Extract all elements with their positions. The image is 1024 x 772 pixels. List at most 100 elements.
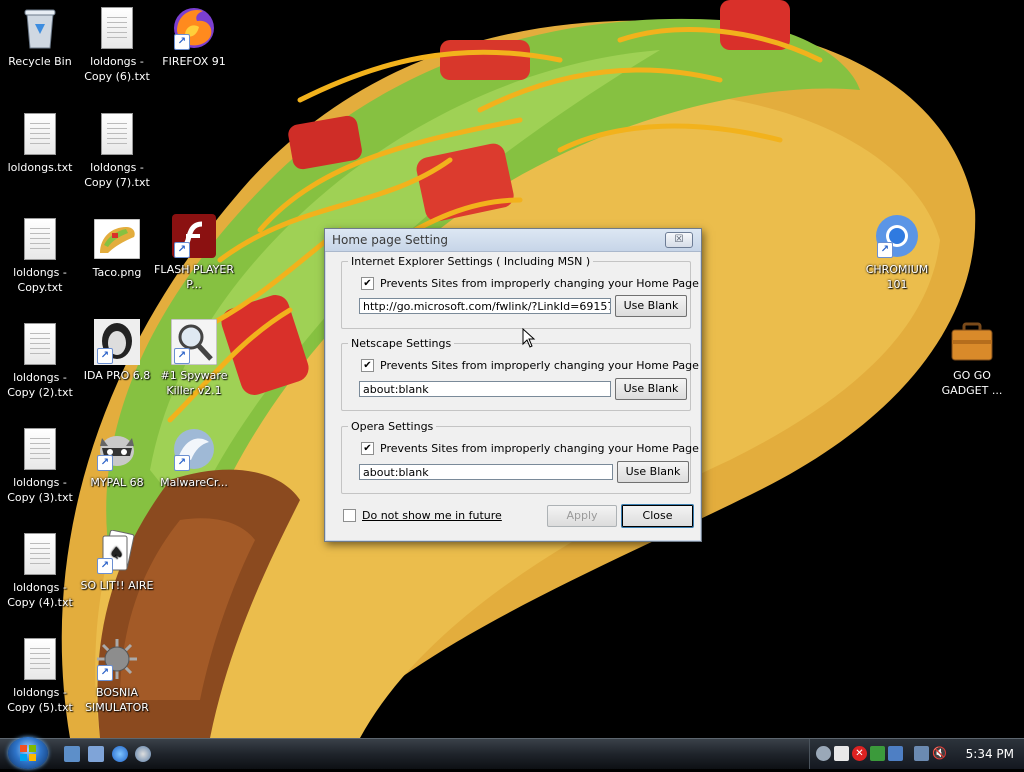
opera-use-blank-button[interactable]: Use Blank [617, 461, 689, 483]
ie-protect-label: Prevents Sites from improperly changing … [380, 277, 699, 290]
close-button[interactable]: Close [621, 504, 694, 528]
magnifier-icon: ↗ [170, 318, 218, 366]
netscape-settings-legend: Netscape Settings [351, 337, 452, 350]
desktop-icon-label: FIREFOX 91 [162, 55, 226, 68]
dialog-title: Home page Setting [332, 233, 449, 247]
text-file-icon [16, 635, 64, 683]
dont-show-checkbox-row[interactable]: Do not show me in future [343, 509, 502, 522]
desktop-icon-chromium[interactable]: ↗ CHROMIUM 101 [857, 212, 937, 292]
firefox-icon: ↗ [170, 4, 218, 52]
taskbar-clock[interactable]: 5:34 PM [966, 747, 1014, 761]
ie-protect-checkbox-row[interactable]: ✔ Prevents Sites from improperly changin… [361, 277, 699, 290]
text-file-icon [16, 320, 64, 368]
desktop-icon-label: loldongs - Copy (4).txt [7, 581, 73, 609]
chromium-icon: ↗ [873, 212, 921, 260]
ida-pro-portrait-icon: ↗ [93, 318, 141, 366]
desktop-icon-label: IDA PRO 6.8 [83, 369, 151, 382]
desktop-icon-flash-player[interactable]: ↗ FLASH PLAYER P... [154, 212, 234, 292]
desktop-icon-label: GO GO GADGET ... [941, 369, 1003, 397]
opera-protect-checkbox[interactable]: ✔ [361, 442, 374, 455]
desktop-icon-recycle-bin[interactable]: Recycle Bin [0, 4, 80, 69]
text-file-icon [16, 110, 64, 158]
desktop-icon-loldongs-copy[interactable]: loldongs - Copy.txt [0, 215, 80, 295]
desktop-icon-label: loldongs - Copy (5).txt [7, 686, 73, 714]
opera-homepage-url-field[interactable]: about:blank [359, 464, 613, 480]
desktop-icon-loldongs-copy-7[interactable]: loldongs - Copy (7).txt [77, 110, 157, 190]
tray-document-icon[interactable] [834, 746, 849, 761]
text-file-icon [16, 215, 64, 263]
desktop-icon-label: loldongs - Copy (2).txt [7, 371, 73, 399]
windows-logo-icon [20, 745, 36, 761]
switch-windows-icon[interactable] [88, 746, 104, 762]
flash-player-icon: ↗ [170, 212, 218, 260]
shortcut-arrow-icon: ↗ [174, 348, 190, 364]
desktop-icon-loldongs-copy-3[interactable]: loldongs - Copy (3).txt [0, 425, 80, 505]
text-file-icon [93, 4, 141, 52]
dialog-close-x-button[interactable]: ☒ [665, 232, 693, 248]
desktop-icon-label: loldongs - Copy.txt [13, 266, 67, 294]
opera-protect-label: Prevents Sites from improperly changing … [380, 442, 699, 455]
playing-cards-icon: ♠ ↗ [93, 528, 141, 576]
ie-homepage-url-field[interactable]: http://go.microsoft.com/fwlink/?LinkId=6… [359, 298, 611, 314]
desktop-icon-loldongs-copy-4[interactable]: loldongs - Copy (4).txt [0, 530, 80, 610]
desktop-icon-loldongs[interactable]: loldongs.txt [0, 110, 80, 175]
desktop-icon-label: loldongs.txt [7, 161, 73, 174]
tray-security-icon[interactable] [870, 746, 885, 761]
shortcut-arrow-icon: ↗ [97, 455, 113, 471]
ie-protect-checkbox[interactable]: ✔ [361, 277, 374, 290]
opera-protect-checkbox-row[interactable]: ✔ Prevents Sites from improperly changin… [361, 442, 699, 455]
ie-settings-group: Internet Explorer Settings ( Including M… [341, 255, 691, 329]
desktop-icon-label: BOSNIA SIMULATOR [85, 686, 149, 714]
desktop-icon-spyware-killer[interactable]: ↗ #1 Spyware Killer v2.1 [154, 318, 234, 398]
start-button[interactable] [8, 737, 48, 769]
opera-settings-legend: Opera Settings [351, 420, 434, 433]
dont-show-checkbox[interactable] [343, 509, 356, 522]
desktop-icon-taco-png[interactable]: Taco.png [77, 215, 157, 280]
desktop-icon-go-go-gadget[interactable]: GO GO GADGET ... [932, 318, 1012, 398]
desktop-icon-malwarecrusher[interactable]: ↗ MalwareCr... [154, 425, 234, 490]
netscape-use-blank-button[interactable]: Use Blank [615, 378, 687, 400]
show-desktop-icon[interactable] [64, 746, 80, 762]
netscape-protect-checkbox-row[interactable]: ✔ Prevents Sites from improperly changin… [361, 359, 699, 372]
desktop-icon-label: SO LIT!! AIRE [80, 579, 154, 592]
tray-error-icon[interactable]: ✕ [852, 746, 867, 761]
mouse-cursor-icon [522, 328, 536, 348]
desktop-icon-label: MalwareCr... [160, 476, 228, 489]
shortcut-arrow-icon: ↗ [174, 242, 190, 258]
shortcut-arrow-icon: ↗ [97, 665, 113, 681]
netscape-homepage-url-field[interactable]: about:blank [359, 381, 611, 397]
shortcut-arrow-icon: ↗ [174, 34, 190, 50]
ie-settings-legend: Internet Explorer Settings ( Including M… [351, 255, 591, 268]
network-globe-icon[interactable] [135, 746, 151, 762]
netscape-protect-checkbox[interactable]: ✔ [361, 359, 374, 372]
taskbar: ✕ 🔇 5:34 PM [0, 737, 1024, 769]
desktop-icon-bosnia-simulator[interactable]: ↗ BOSNIA SIMULATOR [77, 635, 157, 715]
desktop-icon-label: Taco.png [92, 266, 142, 279]
desktop-icon-so-lit-aire[interactable]: ♠ ↗ SO LIT!! AIRE [77, 528, 157, 593]
desktop-icon-loldongs-copy-5[interactable]: loldongs - Copy (5).txt [0, 635, 80, 715]
ie-use-blank-button[interactable]: Use Blank [615, 295, 687, 317]
shortcut-arrow-icon: ↗ [97, 348, 113, 364]
internet-explorer-icon[interactable] [112, 746, 128, 762]
desktop-icon-mypal[interactable]: ↗ MYPAL 68 [77, 425, 157, 490]
desktop-icon-label: CHROMIUM 101 [865, 263, 929, 291]
desktop-icon-loldongs-copy-2[interactable]: loldongs - Copy (2).txt [0, 320, 80, 400]
desktop-icon-firefox[interactable]: ↗ FIREFOX 91 [154, 4, 234, 69]
tray-app-icon[interactable] [816, 746, 831, 761]
desktop-icon-loldongs-copy-6[interactable]: loldongs - Copy (6).txt [77, 4, 157, 84]
network-icon[interactable] [914, 746, 929, 761]
malware-crusher-icon: ↗ [170, 425, 218, 473]
volume-muted-icon[interactable]: 🔇 [932, 746, 947, 761]
dialog-titlebar[interactable]: Home page Setting ☒ [325, 229, 701, 252]
dont-show-label: Do not show me in future [362, 509, 502, 522]
text-file-icon [93, 110, 141, 158]
desktop-icon-label: FLASH PLAYER P... [154, 263, 234, 291]
shortcut-arrow-icon: ↗ [97, 558, 113, 574]
shortcut-arrow-icon: ↗ [174, 455, 190, 471]
shortcut-arrow-icon: ↗ [877, 242, 893, 258]
apply-button[interactable]: Apply [547, 505, 617, 527]
briefcase-icon [948, 318, 996, 366]
desktop-icon-ida-pro[interactable]: ↗ IDA PRO 6.8 [77, 318, 157, 383]
desktop-icon-label: #1 Spyware Killer v2.1 [160, 369, 228, 397]
tray-update-icon[interactable] [888, 746, 903, 761]
